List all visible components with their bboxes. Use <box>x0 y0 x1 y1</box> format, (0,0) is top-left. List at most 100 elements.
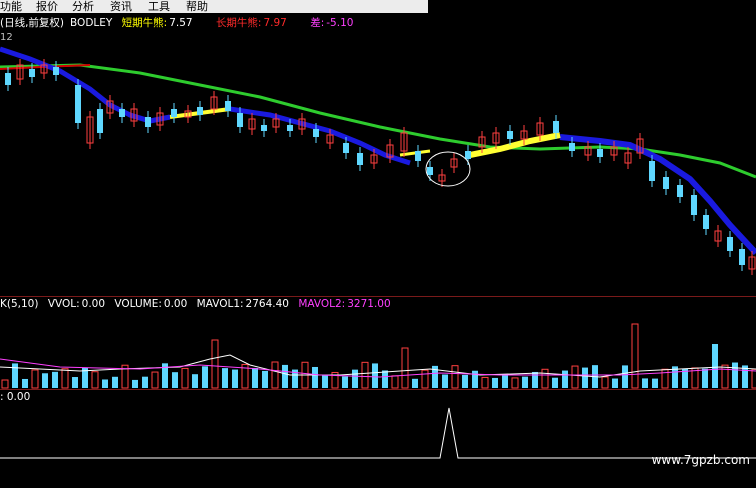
volume-bar-64 <box>642 378 648 388</box>
volume-bar-14 <box>142 376 148 388</box>
candle-body-27 <box>357 153 363 165</box>
candle-body-44 <box>597 149 603 157</box>
candle-body-50 <box>677 185 683 197</box>
candle-body-42 <box>569 143 575 151</box>
volume-bar-19 <box>192 374 198 388</box>
candle-body-35 <box>465 151 471 159</box>
volume-bar-7 <box>72 377 78 388</box>
long-term-label: 长期牛熊: <box>215 17 262 29</box>
indicator-value: : 0.00 <box>0 391 31 403</box>
candle-body-22 <box>287 125 293 131</box>
volume-chart-canvas[interactable] <box>0 297 756 390</box>
volume-bar-50 <box>502 374 508 388</box>
candle-body-31 <box>415 151 421 161</box>
volume-bar-46 <box>462 374 468 388</box>
volume-bar-13 <box>132 379 138 388</box>
volume-bar-35 <box>352 369 358 388</box>
site-watermark: www.7gpzb.com <box>651 453 750 467</box>
volume-bar-1 <box>12 363 18 388</box>
menu-item-4[interactable]: 资讯 <box>110 0 132 13</box>
candle-body-41 <box>553 121 559 133</box>
indicator-line <box>0 407 756 459</box>
volume-bar-70 <box>702 368 708 388</box>
volume-bar-49 <box>492 377 498 388</box>
volume-bar-31 <box>312 366 318 388</box>
volume-bar-26 <box>262 370 268 388</box>
volume-title: K(5,10) <box>0 298 39 310</box>
candle-body-17 <box>225 101 231 111</box>
candle-body-9 <box>119 109 125 117</box>
volume-bar-4 <box>42 373 48 388</box>
short-term-value: 7.57 <box>169 17 193 29</box>
volume-bar-61 <box>612 378 618 388</box>
candle-body-0 <box>5 73 11 85</box>
volume-bar-23 <box>232 369 238 388</box>
volume-bar-3 <box>31 369 39 389</box>
candle-body-15 <box>197 107 203 115</box>
volume-panel[interactable]: K(5,10) VVOL: 0.00 VOLUME: 0.00 MAVOL1: 276… <box>0 296 756 389</box>
menu-item-1[interactable]: 功能 <box>0 0 22 13</box>
indicator-name: BODLEY <box>70 17 113 29</box>
price-chart-panel[interactable]: (日线,前复权) BODLEY 短期牛熊: 7.57 长期牛熊: 7.97 差: -5.… <box>0 13 756 296</box>
price-chart-canvas[interactable] <box>0 13 756 296</box>
candle-body-11 <box>145 117 151 127</box>
volume-bar-5 <box>52 371 58 388</box>
volume-bar-39 <box>391 375 399 389</box>
volume-bar-54 <box>541 368 549 389</box>
mavol1-value: 2764.40 <box>245 298 289 310</box>
indicator-chart-canvas[interactable] <box>0 390 756 488</box>
volume-bar-55 <box>552 377 558 388</box>
volume-bar-73 <box>732 362 738 388</box>
long-term-line <box>0 63 756 179</box>
price-axis-tick: 12 <box>0 32 13 43</box>
volume-bar-10 <box>102 379 108 388</box>
volume-bar-42 <box>421 369 429 389</box>
short-term-label: 短期牛熊: <box>121 17 168 29</box>
candle-body-4 <box>53 67 59 75</box>
menu-item-2[interactable]: 报价 <box>36 0 58 13</box>
volume-bar-51 <box>511 377 519 389</box>
candle-body-48 <box>649 161 655 181</box>
volume-bar-37 <box>372 363 378 388</box>
volume-bar-11 <box>112 376 118 388</box>
volume-bar-20 <box>202 366 208 388</box>
volume-bar-71 <box>712 344 718 388</box>
volume-bar-44 <box>442 374 448 388</box>
candle-body-7 <box>97 109 103 133</box>
candle-body-2 <box>29 69 35 77</box>
volume-bar-63 <box>631 323 639 389</box>
volume-bar-25 <box>252 367 258 388</box>
mavol1-label: MAVOL1: <box>196 298 244 310</box>
indicator-legend: : 0.00 <box>0 391 36 403</box>
mavol2-value: 3271.00 <box>347 298 391 310</box>
volume-bar-52 <box>522 376 528 388</box>
volume-bar-47 <box>472 370 478 388</box>
volume-bar-22 <box>222 368 228 388</box>
long-term-value: 7.97 <box>263 17 287 29</box>
menu-item-3[interactable]: 分析 <box>72 0 94 13</box>
volume-bar-18 <box>181 367 189 389</box>
volume-bar-28 <box>282 364 288 388</box>
diff-label: 差: <box>310 17 325 29</box>
candle-body-52 <box>703 215 709 229</box>
volume-bar-27 <box>271 361 279 389</box>
menu-item-5[interactable]: 工具 <box>148 0 170 13</box>
volume-bar-60 <box>601 376 609 389</box>
volume-bar-36 <box>361 361 369 389</box>
volume-bar-56 <box>562 370 568 388</box>
candle-body-54 <box>727 237 733 251</box>
menu-item-6[interactable]: 帮助 <box>186 0 208 13</box>
candle-body-32 <box>427 167 433 175</box>
diff-value: -5.10 <box>326 17 354 29</box>
indicator-panel[interactable]: : 0.00 www.7gpzb.com <box>0 389 756 487</box>
candle-body-51 <box>691 195 697 215</box>
volume-bar-65 <box>652 378 658 388</box>
menu-bar: 功能 报价 分析 资讯 工具 帮助 <box>0 0 428 13</box>
candle-body-20 <box>261 125 267 131</box>
volume-bar-48 <box>481 376 489 389</box>
volume-bar-41 <box>412 378 418 388</box>
candle-body-24 <box>313 129 319 137</box>
candle-body-49 <box>663 177 669 189</box>
volume-bar-45 <box>451 365 459 389</box>
short-term-band-1 <box>0 46 171 124</box>
